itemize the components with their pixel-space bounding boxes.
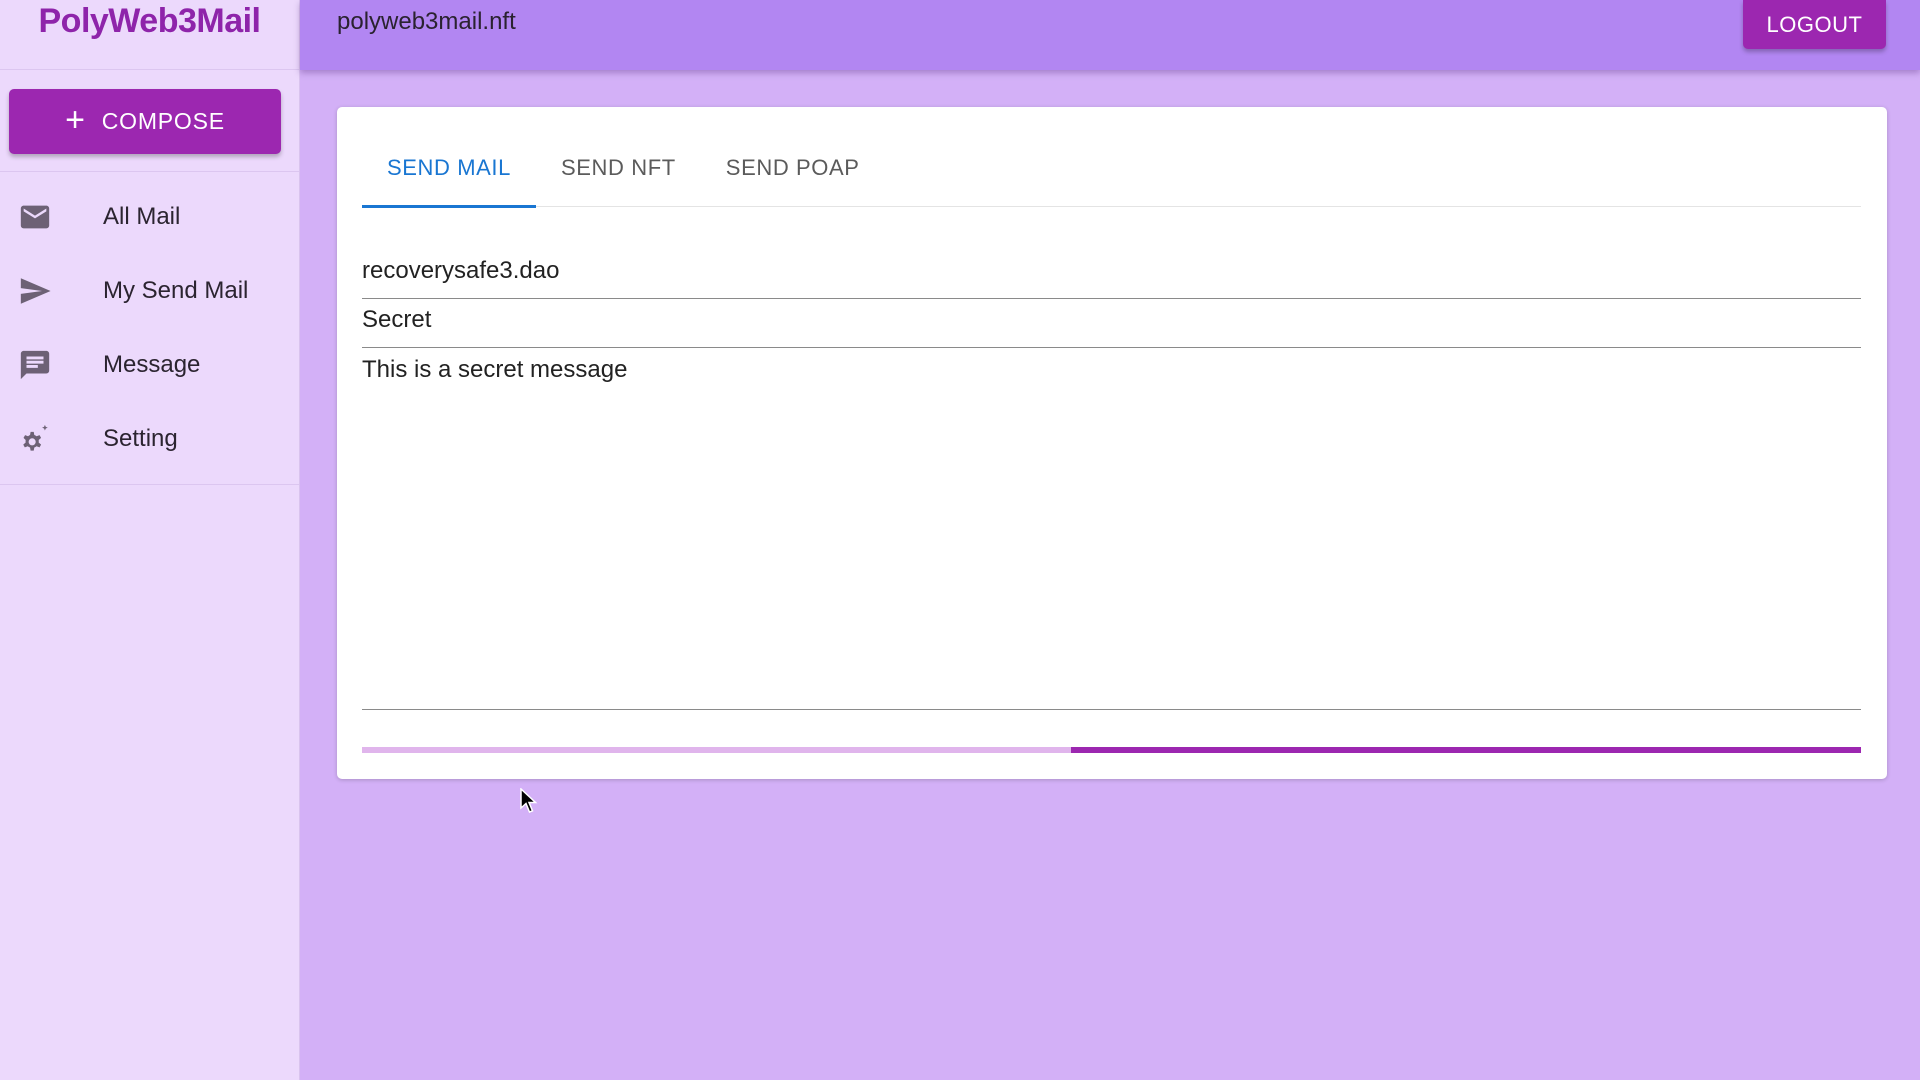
tab-send-mail[interactable]: SEND MAIL — [362, 107, 536, 208]
message-icon — [0, 348, 103, 382]
logout-button[interactable]: LOGOUT — [1743, 0, 1886, 49]
sidebar-nav: All Mail My Send Mail Message Setting — [0, 172, 299, 485]
sidebar-item-message[interactable]: Message — [0, 328, 299, 402]
compose-card: SEND MAIL SEND NFT SEND POAP recoverysaf… — [337, 107, 1887, 779]
progress-bar-fill — [1071, 747, 1861, 753]
top-app-bar: polyweb3mail.nft LOGOUT — [300, 0, 1920, 70]
mouse-cursor-icon — [520, 787, 538, 819]
tab-send-poap[interactable]: SEND POAP — [701, 107, 885, 207]
sidebar-item-label: All Mail — [103, 203, 181, 230]
send-icon — [0, 274, 103, 308]
app-logo: PolyWeb3Mail — [0, 0, 299, 70]
sidebar-item-my-send-mail[interactable]: My Send Mail — [0, 254, 299, 328]
progress-bar — [362, 747, 1861, 753]
message-body-field[interactable]: This is a secret message — [362, 356, 1861, 710]
sidebar-item-label: Message — [103, 351, 201, 378]
sidebar-item-label: Setting — [103, 425, 178, 452]
tab-bar: SEND MAIL SEND NFT SEND POAP — [362, 107, 1861, 208]
sidebar-item-setting[interactable]: Setting — [0, 402, 299, 476]
compose-button[interactable]: + COMPOSE — [9, 89, 281, 154]
tab-send-nft[interactable]: SEND NFT — [536, 107, 701, 207]
sidebar-item-label: My Send Mail — [103, 277, 249, 304]
account-name: polyweb3mail.nft — [337, 8, 516, 35]
recipient-field[interactable]: recoverysafe3.dao — [362, 257, 1861, 299]
sidebar-item-all-mail[interactable]: All Mail — [0, 180, 299, 254]
settings-icon — [0, 422, 103, 456]
sidebar: PolyWeb3Mail + COMPOSE All Mail My Send … — [0, 0, 300, 1080]
compose-label: COMPOSE — [101, 108, 225, 134]
plus-icon: + — [65, 100, 86, 139]
subject-field[interactable]: Secret — [362, 306, 1861, 348]
mail-icon — [0, 200, 103, 234]
compose-area: + COMPOSE — [0, 70, 299, 172]
